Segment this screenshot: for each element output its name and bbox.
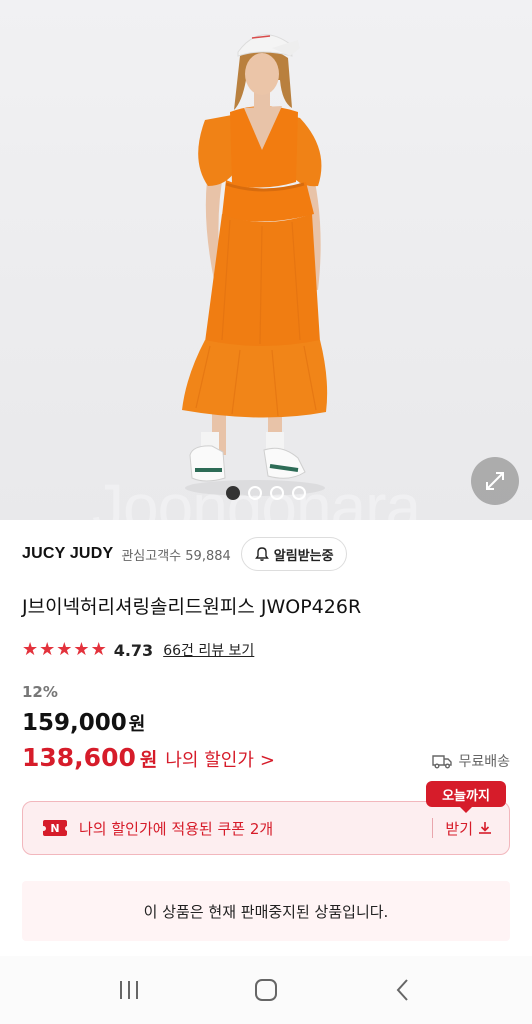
rating-row: ★ ★ ★ ★ ★ 4.73 66건 리뷰 보기: [22, 638, 254, 662]
home-icon: [254, 979, 277, 1001]
expand-arrows-icon: [486, 472, 504, 490]
coupon-get-label: 받기: [445, 819, 473, 838]
expand-image-button[interactable]: [471, 457, 519, 505]
my-price-currency: 원: [139, 749, 158, 771]
product-image-gallery[interactable]: Joongonara: [0, 0, 532, 520]
recent-apps-icon: [119, 981, 138, 999]
interest-count: 59,884: [185, 548, 231, 564]
my-price-label[interactable]: 나의 할인가: [165, 746, 254, 772]
alert-toggle-button[interactable]: 알림받는중: [240, 537, 347, 571]
gallery-dot-3[interactable]: [270, 486, 284, 500]
rating-value: 4.73: [113, 640, 154, 660]
home-button[interactable]: [236, 970, 296, 1010]
shipping-info: 무료배송: [432, 751, 510, 771]
star-icon: ★: [39, 639, 56, 660]
interest-label-text: 관심고객수: [121, 548, 182, 564]
product-title: J브이넥허리셔링솔리드원피스 JWOP426R: [22, 596, 362, 618]
star-icon: ★: [22, 639, 39, 660]
back-icon: [396, 979, 409, 1001]
coupon-text: 나의 할인가에 적용된 쿠폰 2개: [79, 819, 274, 838]
original-price-value: 159,000: [22, 710, 127, 736]
product-photo: [182, 34, 328, 496]
star-icon: ★: [73, 639, 90, 660]
download-icon: [479, 822, 491, 834]
shipping-label: 무료배송: [458, 754, 510, 770]
recent-apps-button[interactable]: [99, 970, 159, 1010]
review-link[interactable]: 66건 리뷰 보기: [163, 640, 254, 660]
gallery-dot-1[interactable]: [226, 486, 240, 500]
sale-stopped-notice: 이 상품은 현재 판매중지된 상품입니다.: [22, 881, 510, 941]
original-price-currency: 원: [128, 714, 146, 735]
coupon-banner[interactable]: N 나의 할인가에 적용된 쿠폰 2개 받기: [22, 801, 510, 855]
back-button[interactable]: [373, 970, 433, 1010]
today-only-badge: 오늘까지: [426, 781, 506, 813]
system-navigation-bar: [0, 956, 532, 1024]
alert-label: 알림받는중: [273, 548, 334, 564]
chevron-right-icon[interactable]: >: [260, 750, 275, 771]
gallery-dot-4[interactable]: [292, 486, 306, 500]
coupon-ticket-icon: N: [40, 820, 70, 836]
my-discount-price[interactable]: 138,600 원 나의 할인가 >: [22, 743, 275, 772]
bell-icon: [254, 547, 269, 561]
star-icon: ★: [90, 639, 107, 660]
discount-rate: 12%: [22, 683, 58, 701]
coupon-get-button[interactable]: 받기: [445, 818, 493, 839]
interest-label: 관심고객수 59,884: [121, 545, 230, 564]
brand-name[interactable]: JUCY JUDY: [22, 545, 113, 563]
truck-icon: [432, 755, 453, 769]
rating-stars: ★ ★ ★ ★ ★: [22, 641, 108, 659]
my-price-value: 138,600: [22, 743, 136, 772]
original-price: 159,000 원: [22, 710, 145, 736]
gallery-pagination[interactable]: [226, 486, 306, 500]
brand-row: JUCY JUDY 관심고객수 59,884 알림받는중: [22, 537, 510, 571]
coupon-divider: [432, 818, 434, 838]
star-icon: ★: [56, 639, 73, 660]
gallery-dot-2[interactable]: [248, 486, 262, 500]
